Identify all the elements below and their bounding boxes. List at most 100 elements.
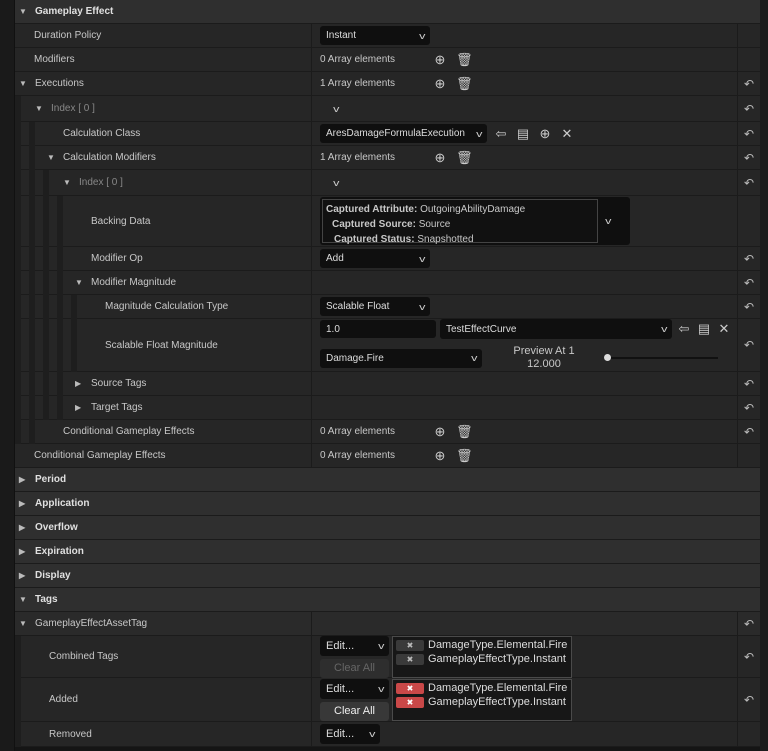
curve-row-dropdown[interactable]: Damage.Fire v — [320, 348, 482, 368]
clear-icon[interactable]: ✕ — [716, 321, 732, 337]
expand-arrow-icon[interactable]: ▼ — [19, 79, 29, 88]
property-label: Index [ 0 ] — [51, 103, 95, 114]
category-label: Gameplay Effect — [35, 6, 114, 17]
add-element-icon[interactable]: ⊕ — [432, 448, 448, 464]
chevron-down-icon[interactable]: v — [333, 104, 339, 114]
row-target-tags: ▶ Target Tags ↶ — [15, 396, 760, 420]
row-source-tags: ▶ Source Tags ↶ — [15, 372, 760, 396]
expand-arrow-icon[interactable]: ▶ — [75, 379, 85, 388]
add-element-icon[interactable]: ⊕ — [432, 52, 448, 68]
add-element-icon[interactable]: ⊕ — [432, 424, 448, 440]
category-label: Application — [35, 498, 90, 509]
preview-level-slider[interactable] — [604, 353, 718, 363]
input-value: 1.0 — [326, 323, 340, 335]
trash-icon[interactable]: 🗑 — [456, 448, 473, 464]
trash-icon[interactable]: 🗑 — [456, 52, 473, 68]
property-label: Conditional Gameplay Effects — [63, 426, 195, 437]
expand-arrow-icon[interactable]: ▼ — [19, 619, 29, 628]
clear-icon[interactable]: ✕ — [559, 126, 575, 142]
expand-arrow-icon[interactable]: ▼ — [63, 178, 73, 187]
expand-arrow-icon[interactable]: ▶ — [75, 403, 85, 412]
add-element-icon[interactable]: ⊕ — [432, 150, 448, 166]
expand-arrow-icon[interactable]: ▼ — [47, 153, 57, 162]
reset-icon[interactable]: ↶ — [738, 396, 760, 419]
browse-icon[interactable]: ▤ — [515, 126, 531, 142]
reset-icon[interactable]: ↶ — [738, 636, 760, 677]
category-display[interactable]: ▶ Display — [15, 564, 760, 588]
edit-tags-dropdown[interactable]: Edit... v — [320, 678, 389, 699]
category-overflow[interactable]: ▶ Overflow — [15, 516, 760, 540]
row-magnitude-calc-type: Magnitude Calculation Type Scalable Floa… — [15, 295, 760, 319]
clear-all-button: Clear All — [320, 658, 389, 678]
expand-arrow-icon: ▶ — [19, 547, 26, 556]
reset-icon[interactable]: ↶ — [738, 170, 760, 195]
expand-arrow-icon[interactable]: ▼ — [75, 278, 85, 287]
reset-icon[interactable]: ↶ — [738, 96, 760, 121]
reset-icon[interactable]: ↶ — [738, 295, 760, 318]
chevron-down-icon: v — [377, 683, 384, 694]
reset-icon[interactable]: ↶ — [738, 122, 760, 145]
reset-icon[interactable]: ↶ — [738, 247, 760, 270]
remove-tag-icon: ✖ — [396, 639, 424, 651]
expand-arrow-icon: ▶ — [19, 571, 26, 580]
trash-icon[interactable]: 🗑 — [456, 150, 473, 166]
reset-icon[interactable]: ↶ — [738, 678, 760, 721]
backing-data-dropdown[interactable]: Captured Attribute: OutgoingAbilityDamag… — [320, 197, 630, 245]
array-count: 0 Array elements — [320, 450, 396, 461]
scrollbar[interactable] — [760, 0, 768, 751]
calculation-class-dropdown[interactable]: AresDamageFormulaExecution v — [320, 124, 487, 143]
slider-handle[interactable] — [604, 354, 611, 361]
use-selected-icon[interactable]: ⇦ — [493, 126, 509, 142]
tag-item: ✖ GameplayEffectType.Instant — [396, 653, 568, 666]
browse-icon[interactable]: ▤ — [696, 321, 712, 337]
category-tags[interactable]: ▼ Tags — [15, 588, 760, 612]
edit-tags-dropdown[interactable]: Edit... v — [320, 635, 389, 656]
field-key: Captured Status: — [334, 234, 415, 245]
category-label: Tags — [35, 594, 58, 605]
property-label: Modifier Op — [91, 253, 143, 264]
duration-policy-dropdown[interactable]: Instant v — [320, 26, 430, 45]
remove-tag-icon[interactable]: ✖ — [396, 682, 424, 694]
category-expiration[interactable]: ▶ Expiration — [15, 540, 760, 564]
use-selected-icon[interactable]: ⇦ — [676, 321, 692, 337]
remove-tag-icon[interactable]: ✖ — [396, 696, 424, 708]
chevron-down-icon: v — [475, 128, 482, 139]
property-label: Calculation Class — [63, 128, 141, 139]
reset-icon[interactable]: ↶ — [738, 612, 760, 635]
row-modifiers: Modifiers 0 Array elements ⊕ 🗑 — [15, 48, 760, 72]
reset-icon[interactable]: ↶ — [738, 420, 760, 443]
property-label: Index [ 0 ] — [79, 177, 123, 188]
chevron-down-icon[interactable]: v — [333, 178, 339, 188]
category-application[interactable]: ▶ Application — [15, 492, 760, 516]
expand-arrow-icon: ▼ — [19, 595, 27, 604]
chevron-down-icon: v — [418, 301, 425, 312]
trash-icon[interactable]: 🗑 — [456, 424, 473, 440]
trash-icon[interactable]: 🗑 — [456, 76, 473, 92]
dropdown-value: Damage.Fire — [326, 352, 384, 364]
add-icon[interactable]: ⊕ — [537, 126, 553, 142]
expand-arrow-icon: ▼ — [19, 7, 27, 16]
category-period[interactable]: ▶ Period — [15, 468, 760, 492]
modifier-op-dropdown[interactable]: Add v — [320, 249, 430, 268]
reset-icon[interactable]: ↶ — [738, 372, 760, 395]
reset-icon[interactable]: ↶ — [738, 146, 760, 169]
add-element-icon[interactable]: ⊕ — [432, 76, 448, 92]
reset-icon[interactable]: ↶ — [738, 72, 760, 95]
category-gameplay-effect[interactable]: ▼ Gameplay Effect — [15, 0, 760, 24]
edit-tags-dropdown[interactable]: Edit... v — [320, 724, 380, 744]
reset-icon[interactable]: ↶ — [738, 319, 760, 371]
curve-table-dropdown[interactable]: TestEffectCurve v — [440, 319, 672, 339]
clear-all-button[interactable]: Clear All — [320, 701, 389, 721]
category-label: Display — [35, 570, 71, 581]
property-label: GameplayEffectAssetTag — [35, 618, 148, 629]
magnitude-value-input[interactable]: 1.0 — [320, 320, 436, 338]
property-label: Modifier Magnitude — [91, 277, 177, 288]
field-value: Snapshotted — [417, 234, 474, 245]
magnitude-calc-type-dropdown[interactable]: Scalable Float v — [320, 297, 430, 316]
expand-arrow-icon[interactable]: ▼ — [35, 104, 45, 113]
dropdown-value: TestEffectCurve — [446, 323, 517, 335]
row-conditional-effects-inner: Conditional Gameplay Effects 0 Array ele… — [15, 420, 760, 444]
array-count: 1 Array elements — [320, 152, 396, 163]
row-backing-data: Backing Data Captured Attribute: Outgoin… — [15, 196, 760, 247]
reset-icon[interactable]: ↶ — [738, 271, 760, 294]
